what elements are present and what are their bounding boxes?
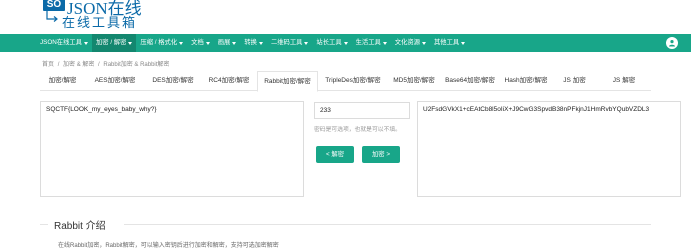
nav-item-label: 站长工具 <box>316 39 342 46</box>
nav-item-webmaster[interactable]: 站长工具 <box>312 34 351 52</box>
breadcrumb-current: Rabbit加密 & Rabbit解密 <box>103 62 170 68</box>
nav-item-docs[interactable]: 文档 <box>187 34 214 52</box>
nav-item-label: 其他工具 <box>433 39 460 46</box>
tab-aes[interactable]: AES加密/解密 <box>85 71 145 91</box>
ciphertext-output[interactable]: U2FsdGVkX1+cEAtCb8l5oIiX+J9CwG3SpvdB38nP… <box>417 101 681 197</box>
cipher-tabs: 加密/解密 AES加密/解密 DES加密/解密 RC4加密/解密 Rabbit加… <box>40 71 651 92</box>
tab-hash[interactable]: Hash加密/解密 <box>500 71 552 91</box>
key-hint: 密码是可选项，也就是可以不填。 <box>314 127 401 133</box>
caret-down-icon <box>461 41 466 45</box>
nav-item-label: 转换 <box>244 39 257 46</box>
tab-js-encrypt[interactable]: JS 加密 <box>552 71 597 91</box>
nav-item-convert[interactable]: 转换 <box>240 34 267 52</box>
decrypt-button[interactable]: < 解密 <box>316 146 354 163</box>
logo-subtitle: 在线工具箱 <box>62 15 138 30</box>
site-header: SO JSON在线 在线工具箱 <box>0 0 691 34</box>
tab-rc4[interactable]: RC4加密/解密 <box>201 71 257 91</box>
tab-rabbit[interactable]: Rabbit加密/解密 <box>257 71 318 92</box>
section-divider <box>40 224 48 225</box>
nav-item-label: JSON在线工具 <box>40 39 82 46</box>
section-title: Rabbit 介绍 <box>54 221 106 232</box>
key-input[interactable]: 233 <box>314 102 410 119</box>
tab-md5[interactable]: MD5加密/解密 <box>388 71 440 91</box>
caret-down-icon <box>382 41 387 45</box>
breadcrumb-separator: / <box>57 62 60 68</box>
nav-item-label: 文化资源 <box>394 39 420 46</box>
caret-down-icon <box>179 41 184 45</box>
caret-down-icon <box>304 41 309 45</box>
breadcrumb: 首页 / 加密 & 解密 / Rabbit加密 & Rabbit解密 <box>42 59 171 68</box>
caret-down-icon <box>343 41 348 45</box>
nav-item-compress-format[interactable]: 压缩 / 格式化 <box>136 34 187 52</box>
nav-item-label: 文档 <box>191 39 204 46</box>
nav-item-label: 加密 / 解密 <box>95 39 127 46</box>
nav-item-encrypt-decrypt[interactable]: 加密 / 解密 <box>91 34 137 52</box>
user-avatar-icon[interactable] <box>666 37 678 49</box>
nav-item-gallery[interactable]: 画展 <box>214 34 241 52</box>
caret-down-icon <box>258 41 263 45</box>
tab-js-decrypt[interactable]: JS 解密 <box>597 71 651 91</box>
nav-item-label: 画展 <box>217 39 231 46</box>
breadcrumb-separator: / <box>98 62 100 68</box>
nav-item-label: 生活工具 <box>355 39 381 46</box>
tab-base64[interactable]: Base64加密/解密 <box>440 71 500 91</box>
nav-item-other[interactable]: 其他工具 <box>430 34 469 52</box>
tab-tripledes[interactable]: TripleDes加密/解密 <box>318 71 388 91</box>
tab-encrypt-decrypt[interactable]: 加密/解密 <box>40 71 85 91</box>
plaintext-input[interactable]: SQCTF{LOOK_my_eyes_baby_why?} <box>40 101 304 197</box>
return-arrow-icon <box>46 11 58 22</box>
breadcrumb-section[interactable]: 加密 & 解密 <box>63 62 94 68</box>
breadcrumb-home[interactable]: 首页 <box>42 62 54 68</box>
caret-down-icon <box>128 41 133 45</box>
user-silhouette-icon <box>669 40 675 47</box>
nav-item-qrcode[interactable]: 二维码工具 <box>267 34 312 52</box>
nav-item-json-tools[interactable]: JSON在线工具 <box>36 34 92 52</box>
nav-item-label: 二维码工具 <box>270 39 303 46</box>
nav-item-life[interactable]: 生活工具 <box>352 34 391 52</box>
caret-down-icon <box>83 41 88 45</box>
encrypt-button[interactable]: 加密 > <box>362 146 400 163</box>
nav-item-label: 压缩 / 格式化 <box>140 39 178 46</box>
nav-item-culture[interactable]: 文化资源 <box>391 34 430 52</box>
section-divider <box>124 224 651 225</box>
tab-des[interactable]: DES加密/解密 <box>145 71 201 91</box>
caret-down-icon <box>421 41 426 45</box>
caret-down-icon <box>232 41 237 45</box>
main-nav: JSON在线工具 加密 / 解密 压缩 / 格式化 文档 画展 转换 二维码工具… <box>0 34 691 52</box>
caret-down-icon <box>205 41 210 45</box>
